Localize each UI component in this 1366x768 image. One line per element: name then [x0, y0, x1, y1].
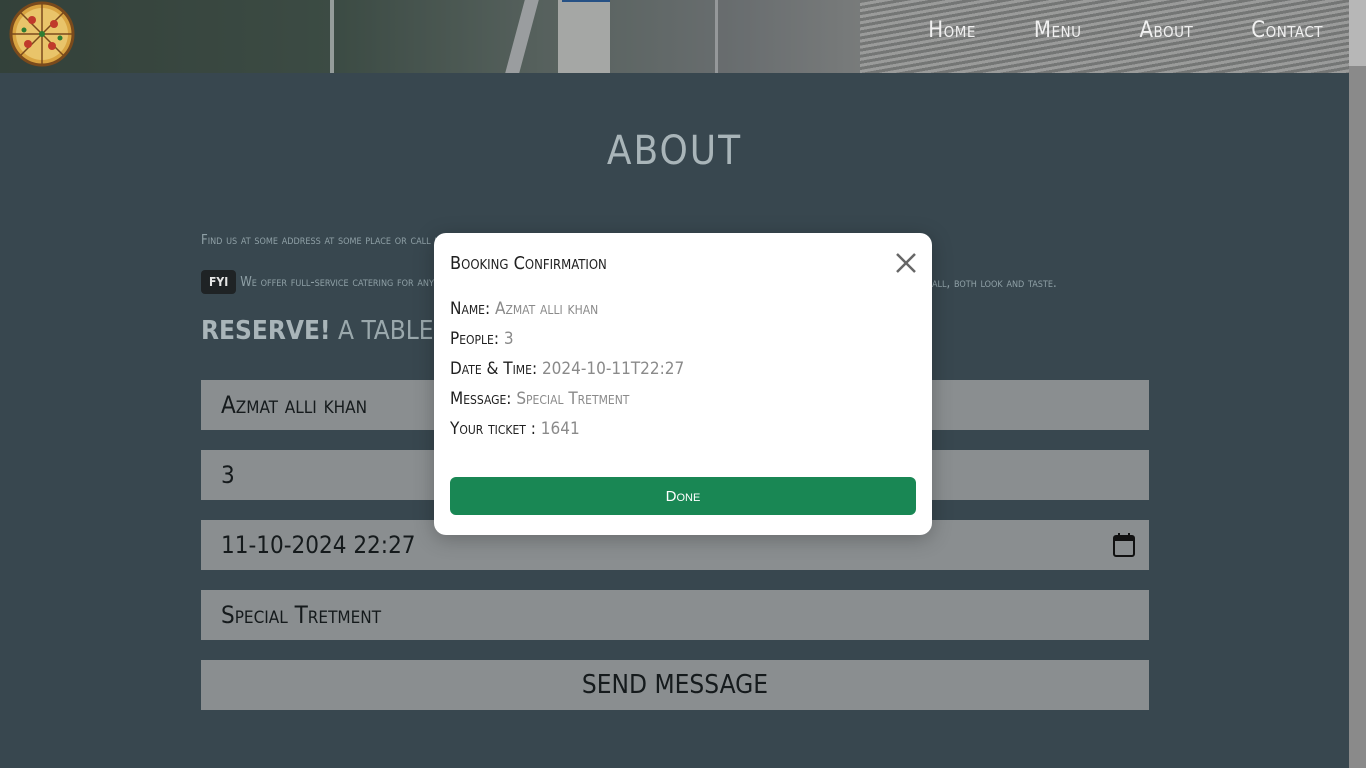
- modal-ticket-row: Your ticket : 1641: [450, 419, 580, 439]
- modal-datetime-label: Date & Time:: [450, 359, 538, 379]
- modal-ticket-value: 1641: [535, 419, 580, 439]
- modal-message-label: Message:: [450, 389, 512, 409]
- modal-title: Booking Confirmation: [450, 253, 607, 274]
- modal-datetime-value: 2024-10-11T22:27: [537, 359, 685, 379]
- modal-name-row: Name: Azmat alli khan: [450, 299, 598, 319]
- modal-name-value: Azmat alli khan: [490, 299, 599, 319]
- modal-message-row: Message: Special Tretment: [450, 389, 629, 409]
- modal-ticket-label: Your ticket :: [450, 419, 536, 439]
- modal-people-label: People:: [450, 329, 500, 349]
- modal-people-row: People: 3: [450, 329, 514, 349]
- scrollbar-thumb[interactable]: [1349, 66, 1366, 768]
- modal-datetime-row: Date & Time: 2024-10-11T22:27: [450, 359, 684, 379]
- close-icon[interactable]: [894, 251, 918, 275]
- booking-confirmation-modal: Booking Confirmation Name: Azmat alli kh…: [434, 233, 932, 535]
- modal-message-value: Special Tretment: [511, 389, 630, 409]
- modal-people-value: 3: [499, 329, 514, 349]
- modal-name-label: Name:: [450, 299, 491, 319]
- done-button[interactable]: Done: [450, 477, 916, 515]
